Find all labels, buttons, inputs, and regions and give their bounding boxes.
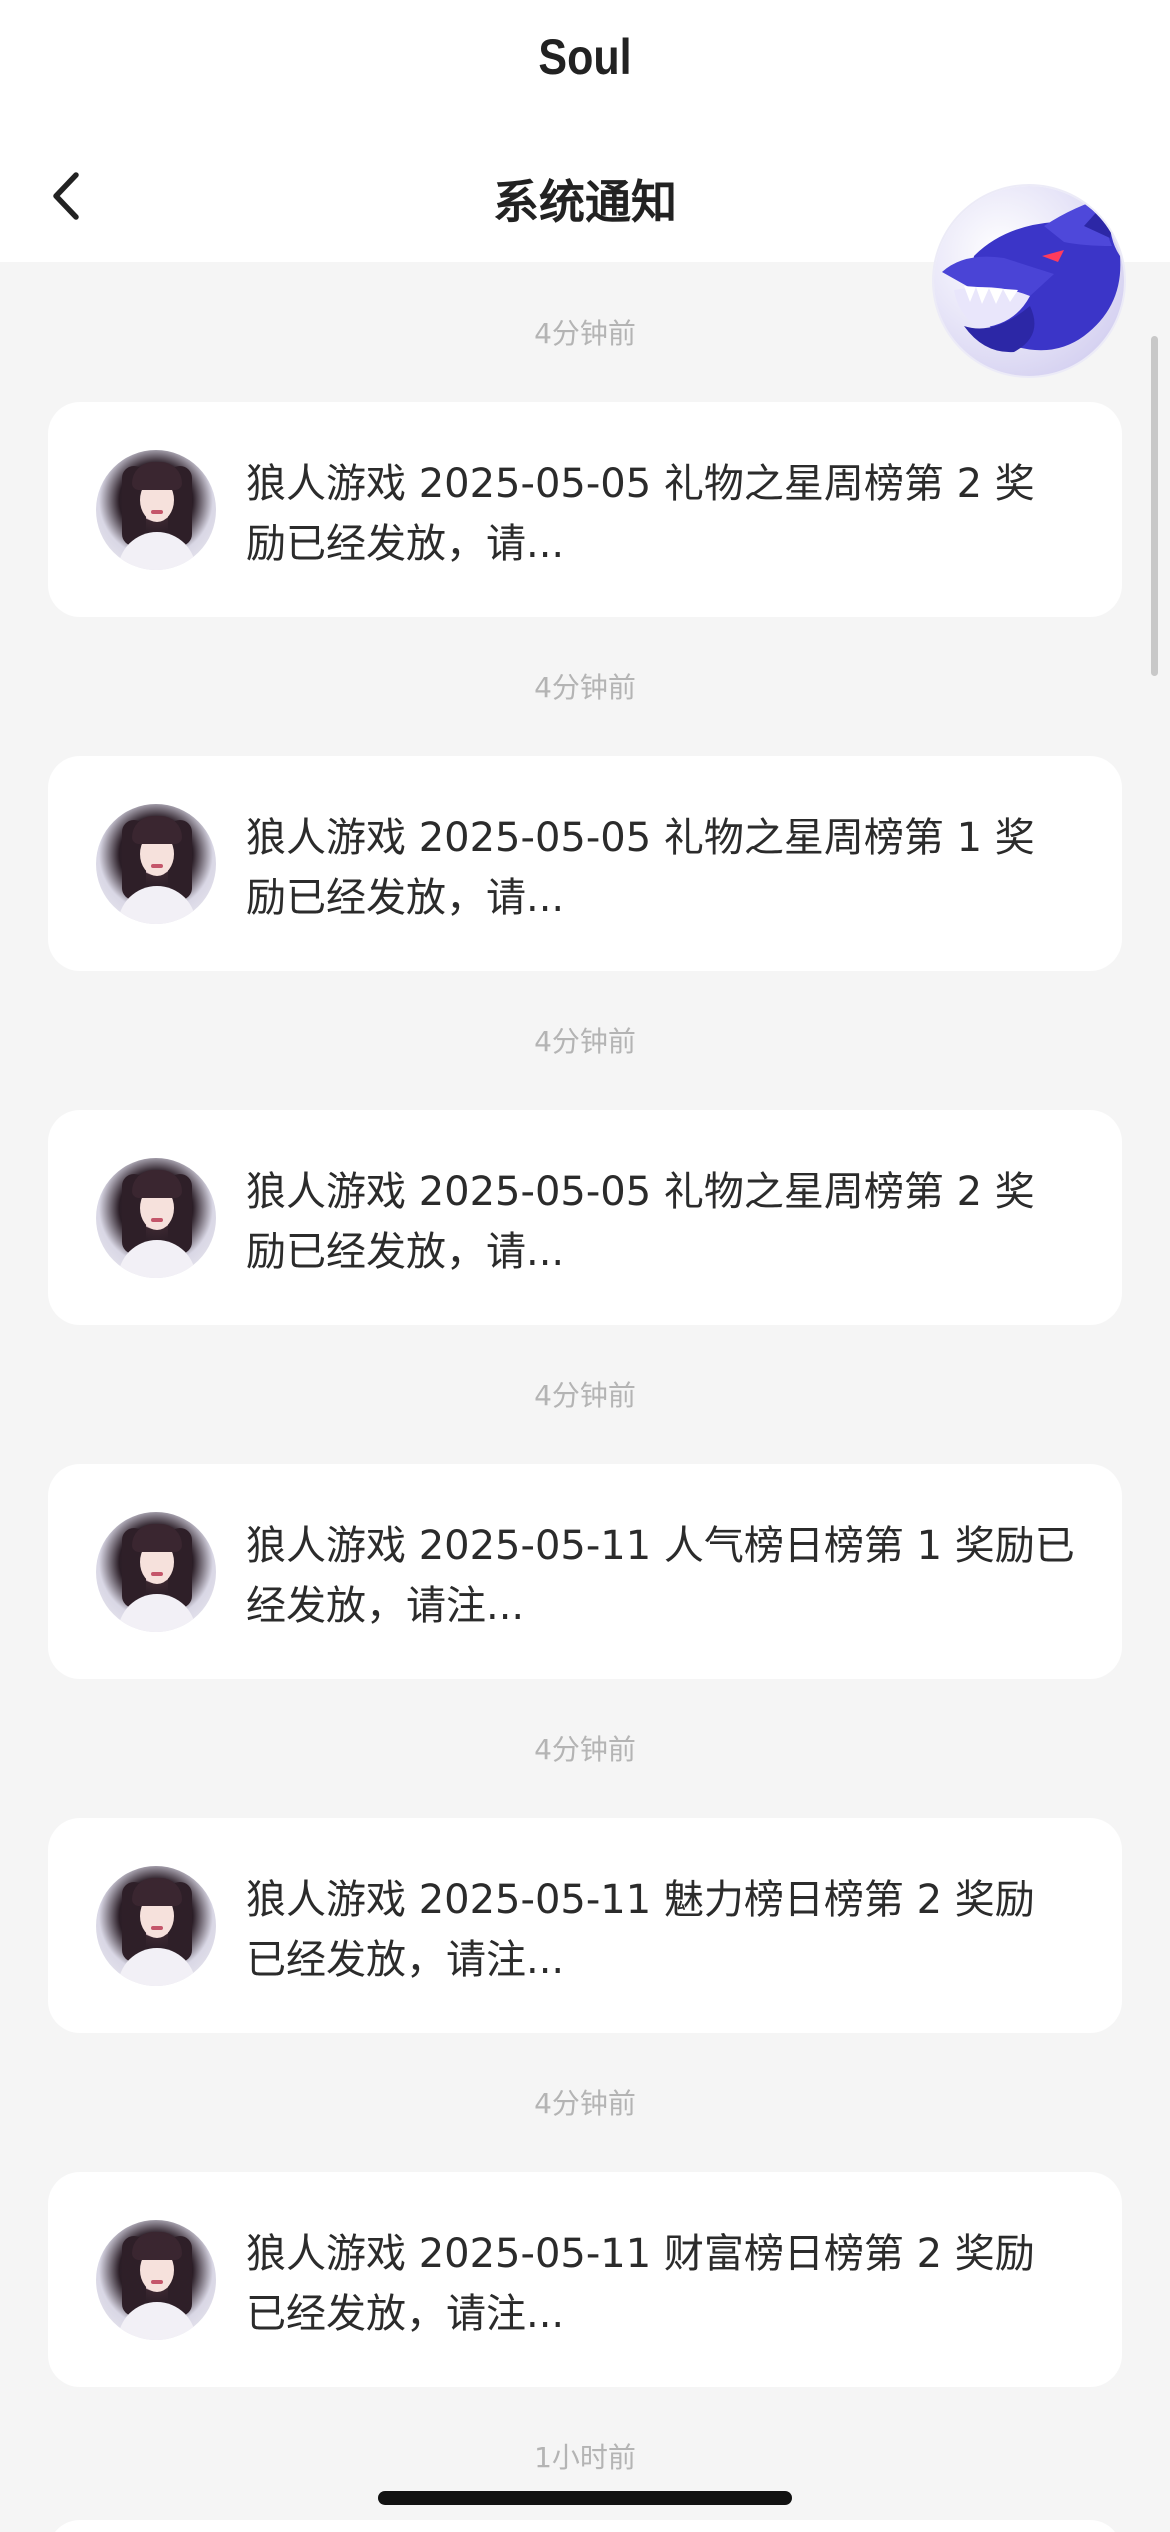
notification-card[interactable]: 狼人游戏 2025-05-05 礼物之星周榜第 2 奖 励已经发放，请...: [48, 1110, 1122, 1325]
notification-line: 狼人游戏 2025-05-11 人气榜日榜第 1 奖励已: [246, 1523, 1075, 1569]
notification-line: 狼人游戏 2025-05-11 财富榜日榜第 2 奖励: [246, 2231, 1035, 2277]
app-logo: Soul: [538, 29, 632, 85]
notification-line: 励已经发放，请...: [246, 521, 565, 567]
notification-line: 励已经发放，请...: [246, 1229, 565, 1275]
scrollbar[interactable]: [1151, 336, 1158, 676]
notification-line: 励已经发放，请...: [246, 875, 565, 921]
notification-card[interactable]: 狼人游戏 2025-05-05 礼物之星周榜第 1 奖 励已经发放，请...: [48, 756, 1122, 971]
timestamp: 4分钟前: [534, 1733, 636, 1766]
notification-text: 狼人游戏 2025-05-05 礼物之星周榜第 2 奖 励已经发放，请...: [246, 454, 1126, 574]
notification-text: 狼人游戏 2025-05-05 礼物之星周榜第 1 奖 励已经发放，请...: [246, 808, 1126, 928]
avatar[interactable]: [96, 804, 216, 924]
notification-text: 狼人游戏 2025-05-11 人气榜日榜第 1 奖励已 经发放，请注...: [246, 1516, 1126, 1636]
notification-card[interactable]: 狼人游戏 2025-05-11 魅力榜日榜第 2 奖励 已经发放，请注...: [48, 1818, 1122, 2033]
notification-text: 狼人游戏 2025-05-11 财富榜日榜第 2 奖励 已经发放，请注...: [246, 2224, 1126, 2344]
notification-line: 已经发放，请注...: [246, 2291, 565, 2337]
notification-text: 狼人游戏 2025-05-05 礼物之星周榜第 2 奖 励已经发放，请...: [246, 1162, 1126, 1282]
timestamp: 1小时前: [534, 2441, 636, 2474]
app-brand-bar: Soul: [0, 0, 1170, 130]
notification-card[interactable]: 狼人游戏 2025-05-05 礼物之星周榜第 2 奖 励已经发放，请...: [48, 402, 1122, 617]
notification-line: 已经发放，请注...: [246, 1937, 565, 1983]
timestamp: 4分钟前: [534, 671, 636, 704]
timestamp: 4分钟前: [534, 2087, 636, 2120]
notification-card[interactable]: 狼人游戏 2025-05-11 财富榜日榜第 2 奖励 已经发放，请注...: [48, 2172, 1122, 2387]
timestamp: 4分钟前: [534, 1379, 636, 1412]
notification-line: 狼人游戏 2025-05-05 礼物之星周榜第 2 奖: [246, 461, 1035, 507]
avatar[interactable]: [96, 1512, 216, 1632]
home-indicator[interactable]: [378, 2491, 792, 2505]
avatar[interactable]: [96, 1866, 216, 1986]
avatar[interactable]: [96, 450, 216, 570]
notification-line: 经发放，请注...: [246, 1583, 525, 1629]
notification-line: 狼人游戏 2025-05-05 礼物之星周榜第 1 奖: [246, 815, 1035, 861]
notification-card-partial[interactable]: [48, 2520, 1122, 2532]
notification-line: 狼人游戏 2025-05-05 礼物之星周榜第 2 奖: [246, 1169, 1035, 1215]
avatar[interactable]: [96, 2220, 216, 2340]
wolf-game-floating-icon[interactable]: [934, 186, 1124, 376]
wolf-icon: [942, 186, 1121, 353]
notification-line: 狼人游戏 2025-05-11 魅力榜日榜第 2 奖励: [246, 1877, 1035, 1923]
notification-text: 狼人游戏 2025-05-11 魅力榜日榜第 2 奖励 已经发放，请注...: [246, 1870, 1126, 1990]
avatar[interactable]: [96, 1158, 216, 1278]
system-notification-screen: Soul 系统通知 4分钟前 狼人游戏 2025-05-05 礼物之星周榜第 2…: [0, 0, 1170, 2532]
notification-card[interactable]: 狼人游戏 2025-05-11 人气榜日榜第 1 奖励已 经发放，请注...: [48, 1464, 1122, 1679]
timestamp: 4分钟前: [534, 1025, 636, 1058]
